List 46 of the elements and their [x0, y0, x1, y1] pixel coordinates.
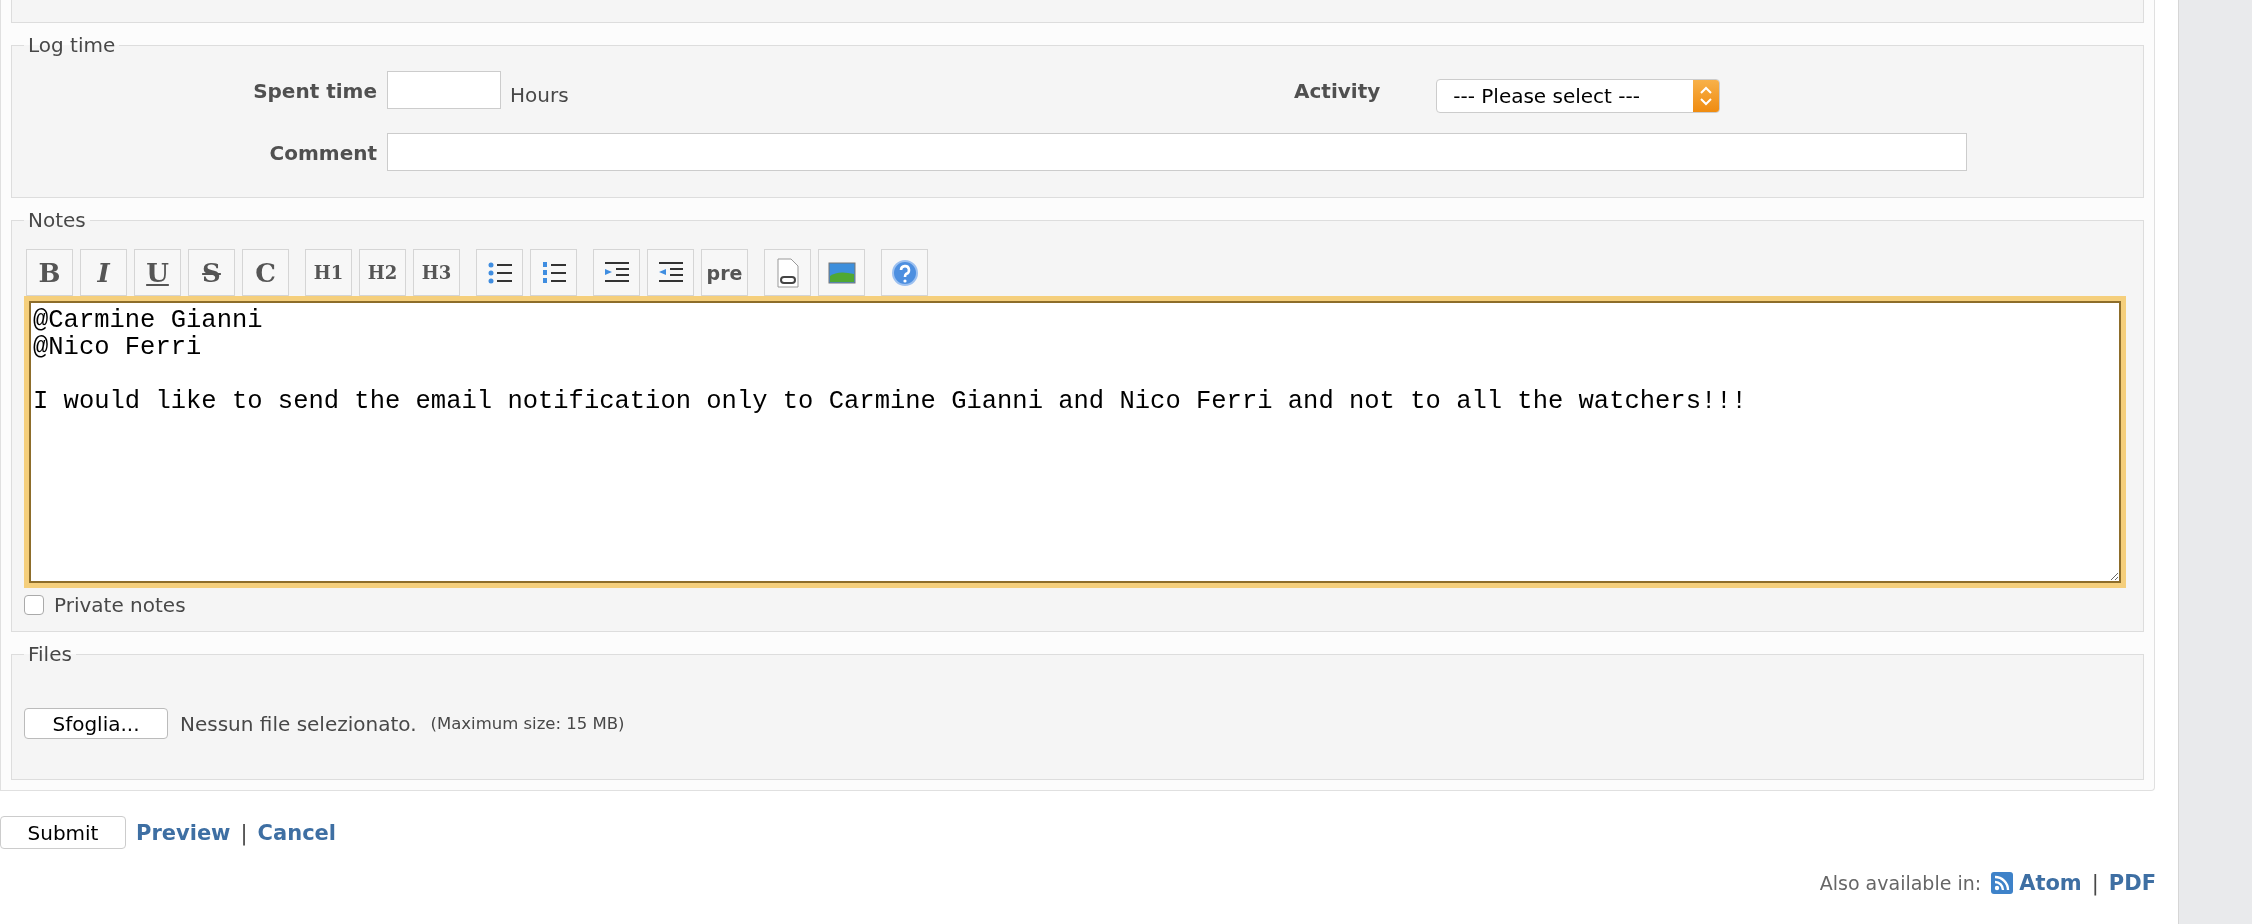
bold-button[interactable]: B — [26, 249, 73, 296]
private-notes-checkbox[interactable] — [24, 595, 44, 615]
cancel-link[interactable]: Cancel — [257, 820, 337, 845]
field-label: Comment — [268, 140, 377, 165]
activity-select[interactable]: --- Please select --- — [1436, 79, 1721, 113]
browse-button[interactable]: Sfoglia... — [24, 708, 168, 739]
checkbox-label: Private notes — [54, 593, 186, 617]
italic-button[interactable]: I — [80, 249, 127, 296]
pre-button[interactable]: pre — [701, 249, 748, 296]
file-status: Nessun file selezionato. — [180, 711, 417, 736]
pdf-link[interactable]: PDF — [2108, 871, 2156, 895]
strike-button[interactable]: S — [188, 249, 235, 296]
fieldset-legend: Notes — [24, 208, 90, 232]
ul-button[interactable] — [476, 249, 523, 296]
separator: | — [2091, 871, 2099, 895]
help-icon — [890, 258, 919, 287]
file-link-icon — [775, 257, 800, 288]
max-size-hint: (Maximum size: 15 MB) — [430, 714, 625, 733]
atom-link[interactable]: Atom — [1991, 871, 2082, 895]
underline-button[interactable]: U — [134, 249, 181, 296]
fieldset-legend: Log time — [24, 33, 120, 57]
unit-label: Hours — [510, 83, 569, 107]
code-button[interactable]: C — [242, 249, 289, 296]
outdent-icon — [657, 260, 684, 285]
also-available-label: Also available in: — [1819, 872, 1982, 894]
heading-button[interactable]: H1 — [305, 249, 352, 296]
submit-button[interactable]: Submit — [0, 816, 126, 849]
feed-icon — [1991, 872, 2014, 894]
indent-icon — [603, 260, 630, 285]
separator: | — [240, 820, 248, 845]
indent-button[interactable] — [593, 249, 640, 296]
link-button[interactable] — [764, 249, 811, 296]
heading-button[interactable]: H2 — [359, 249, 406, 296]
outdent-button[interactable] — [647, 249, 694, 296]
fieldset-legend: Files — [24, 642, 76, 666]
image-button[interactable] — [818, 249, 865, 296]
heading-button[interactable]: H3 — [413, 249, 460, 296]
numbered-list-icon — [540, 259, 567, 286]
image-icon — [827, 261, 856, 284]
field-label: Activity — [1294, 78, 1381, 103]
caret-icon — [1693, 80, 1720, 112]
ol-button[interactable] — [530, 249, 577, 296]
help-button[interactable] — [881, 249, 928, 296]
spent-time-field[interactable] — [387, 71, 501, 109]
preview-link[interactable]: Preview — [136, 820, 231, 845]
field-label: Spent time — [252, 78, 377, 103]
